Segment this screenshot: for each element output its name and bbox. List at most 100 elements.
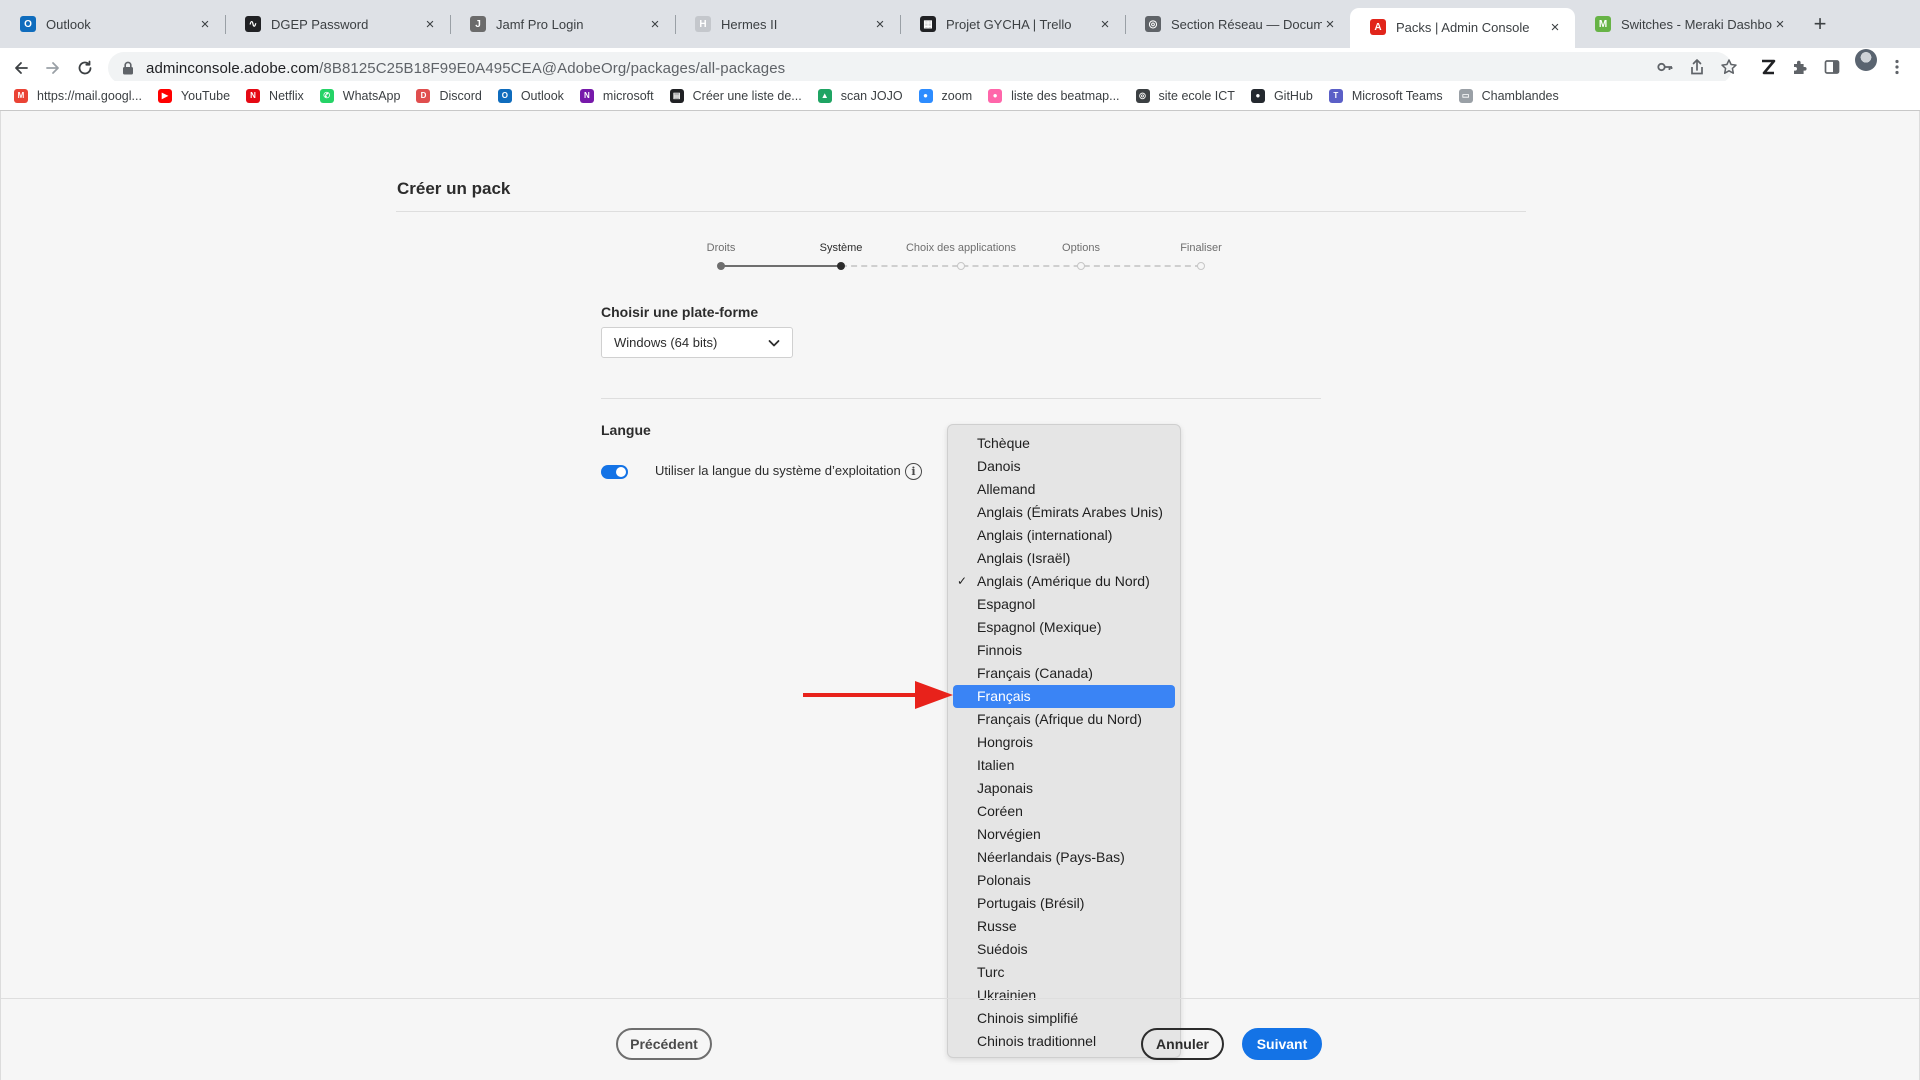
language-option[interactable]: Espagnol (Mexique): [953, 616, 1175, 639]
outlook-icon: O: [497, 88, 512, 103]
close-icon[interactable]: ×: [647, 16, 663, 33]
browser-tab[interactable]: ∿ DGEP Password ×: [225, 9, 450, 39]
language-option[interactable]: Norvégien: [953, 823, 1175, 846]
step-label: Droits: [706, 242, 736, 254]
browser-tab[interactable]: A Packs | Admin Console ×: [1350, 8, 1575, 48]
extension-z-button[interactable]: [1757, 56, 1779, 78]
bookmark-item[interactable]: ◎ site ecole ICT: [1135, 88, 1235, 103]
language-option[interactable]: Français (Afrique du Nord): [953, 708, 1175, 731]
language-option[interactable]: Espagnol: [953, 593, 1175, 616]
language-option[interactable]: Coréen: [953, 800, 1175, 823]
bookmark-item[interactable]: ▲ scan JOJO: [817, 88, 903, 103]
jamf-icon: J: [470, 16, 486, 32]
bookmark-item[interactable]: ▭ Chamblandes: [1458, 88, 1559, 103]
lock-icon: [123, 61, 133, 75]
language-option[interactable]: Polonais: [953, 869, 1175, 892]
language-option[interactable]: Finnois: [953, 639, 1175, 662]
language-option[interactable]: Français (Canada): [953, 662, 1175, 685]
profile-avatar[interactable]: [1855, 49, 1877, 71]
browser-tab[interactable]: J Jamf Pro Login ×: [450, 9, 675, 39]
bookmark-item[interactable]: Mhttps://mail.googl...: [14, 88, 142, 103]
extensions-button[interactable]: [1789, 56, 1811, 78]
drive-icon: ▲: [817, 88, 832, 103]
language-option[interactable]: Anglais (Émirats Arabes Unis): [953, 501, 1175, 524]
language-option[interactable]: Hongrois: [953, 731, 1175, 754]
language-option[interactable]: ✓ Anglais (Amérique du Nord): [953, 570, 1175, 593]
previous-button[interactable]: Précédent: [616, 1028, 712, 1060]
browser-tab[interactable]: H Hermes II ×: [675, 9, 900, 39]
reload-button[interactable]: [73, 56, 97, 80]
bookmark-label: GitHub: [1273, 88, 1313, 103]
close-icon[interactable]: ×: [1097, 16, 1113, 33]
bookmark-item[interactable]: ▶ YouTube: [157, 88, 230, 103]
language-option[interactable]: Turc: [953, 961, 1175, 984]
language-option[interactable]: Néerlandais (Pays-Bas): [953, 846, 1175, 869]
language-option[interactable]: Suédois: [953, 938, 1175, 961]
new-tab-button[interactable]: +: [1808, 11, 1832, 36]
close-icon[interactable]: ×: [1547, 19, 1563, 36]
bookmark-item[interactable]: Nmicrosoft: [579, 88, 654, 103]
footer-divider: [1, 998, 1919, 999]
language-option-label: Japonais: [977, 780, 1034, 796]
language-option[interactable]: Russe: [953, 915, 1175, 938]
close-icon[interactable]: ×: [1322, 16, 1338, 33]
share-button[interactable]: [1686, 56, 1708, 78]
close-icon[interactable]: ×: [872, 16, 888, 33]
title-divider: [396, 211, 1526, 212]
password-key-button[interactable]: [1654, 56, 1676, 78]
language-option[interactable]: Ukrainien: [953, 984, 1175, 1007]
next-button[interactable]: Suivant: [1242, 1028, 1322, 1060]
language-option-label: Russe: [977, 918, 1017, 934]
tab-title: Section Réseau — Documen: [1171, 16, 1322, 32]
bookmark-item[interactable]: T Microsoft Teams: [1328, 88, 1443, 103]
browser-tab[interactable]: M Switches - Meraki Dashboa ×: [1575, 9, 1800, 39]
language-option[interactable]: Chinois simplifié: [953, 1007, 1175, 1030]
browser-menu-button[interactable]: [1886, 56, 1908, 78]
bookmark-item[interactable]: N Netflix: [246, 88, 304, 103]
browser-tab[interactable]: ◎ Section Réseau — Documen ×: [1125, 9, 1350, 39]
info-icon[interactable]: i: [905, 463, 922, 480]
gmail-icon: M: [14, 88, 28, 103]
language-option[interactable]: Japonais: [953, 777, 1175, 800]
language-option[interactable]: Français: [953, 685, 1175, 708]
language-option-label: Norvégien: [977, 826, 1041, 842]
bookmark-item[interactable]: ● GitHub: [1250, 88, 1313, 103]
language-option-label: Finnois: [977, 642, 1023, 658]
close-icon[interactable]: ×: [197, 16, 213, 33]
bookmark-item[interactable]: ● zoom: [918, 88, 972, 103]
cancel-button[interactable]: Annuler: [1141, 1028, 1224, 1060]
language-option[interactable]: Allemand: [953, 478, 1175, 501]
forward-button[interactable]: [41, 56, 65, 80]
language-option-label: Chinois simplifié: [977, 1010, 1079, 1026]
browser-tab[interactable]: ▦ Projet GYCHA | Trello ×: [900, 9, 1125, 39]
language-option[interactable]: Danois: [953, 455, 1175, 478]
language-option[interactable]: Italien: [953, 754, 1175, 777]
platform-label: Choisir une plate-forme: [601, 304, 759, 320]
platform-select[interactable]: Windows (64 bits): [601, 327, 793, 358]
language-option-label: Suédois: [977, 941, 1028, 957]
bookmark-item[interactable]: O Outlook: [497, 88, 564, 103]
address-bar[interactable]: adminconsole.adobe.com/8B8125C25B18F99E0…: [108, 52, 1732, 84]
language-option-label: Néerlandais (Pays-Bas): [977, 849, 1125, 865]
admin-console-page: Créer un pack Droits Système Choix des app…: [0, 111, 1920, 1080]
back-button[interactable]: [9, 56, 33, 80]
close-icon[interactable]: ×: [422, 16, 438, 33]
language-option[interactable]: Tchèque: [953, 432, 1175, 455]
bookmark-star-button[interactable]: [1718, 56, 1740, 78]
language-option[interactable]: Anglais (Israël): [953, 547, 1175, 570]
tab-title: Packs | Admin Console: [1396, 19, 1530, 35]
tab-separator: [450, 15, 451, 34]
bookmark-item[interactable]: D Discord: [416, 88, 482, 103]
bookmark-item[interactable]: ▤ Créer une liste de...: [669, 88, 802, 103]
bookmark-item[interactable]: ● liste des beatmap...: [988, 88, 1120, 103]
browser-tab[interactable]: O Outlook ×: [0, 9, 225, 39]
side-panel-button[interactable]: [1821, 56, 1843, 78]
language-option[interactable]: Anglais (international): [953, 524, 1175, 547]
tab-title: Hermes II: [721, 16, 778, 32]
language-option[interactable]: Portugais (Brésil): [953, 892, 1175, 915]
osu-icon: ●: [988, 88, 1003, 103]
trello-icon: ▦: [920, 16, 936, 32]
bookmark-item[interactable]: ✆ WhatsApp: [319, 88, 400, 103]
close-icon[interactable]: ×: [1772, 16, 1788, 33]
os-language-toggle[interactable]: [601, 465, 628, 479]
